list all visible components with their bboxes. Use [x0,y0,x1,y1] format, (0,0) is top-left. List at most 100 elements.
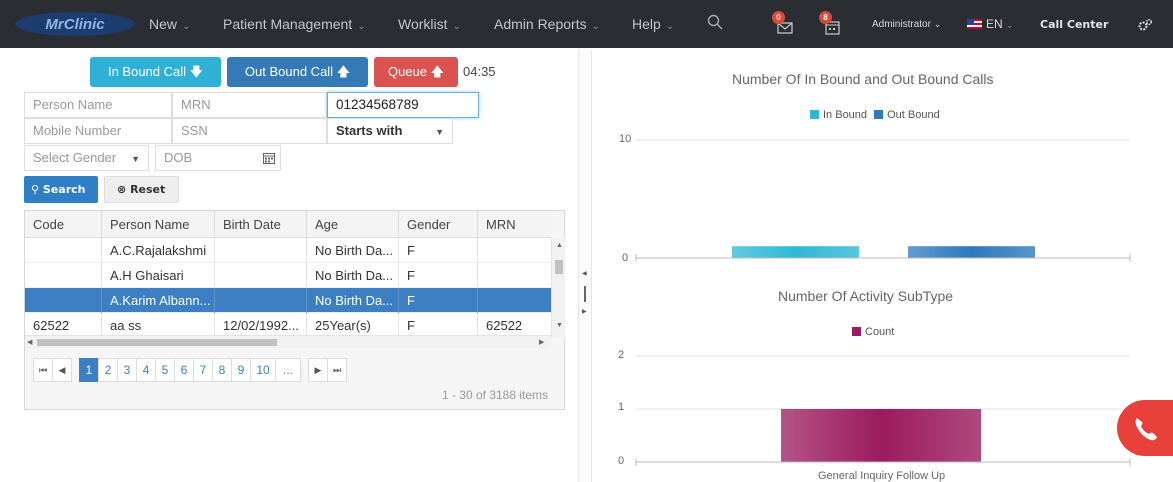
ssn-input[interactable]: SSN [172,118,327,144]
chart-title: Number Of Activity SubType [778,288,954,304]
scrollbar-thumb[interactable] [555,260,563,274]
page-button[interactable]: 4 [136,358,156,382]
cell-gender: F [398,238,477,263]
button-label: In Bound Call [107,64,187,79]
y-tick-label: 2 [618,349,625,361]
collapse-left-icon[interactable]: ◀ [582,270,587,277]
cell-code: 62522 [33,318,70,333]
bar-out-bound [908,246,1035,258]
scroll-right-icon[interactable]: ▶ [539,338,544,346]
page-button[interactable]: 2 [98,358,118,382]
notification-badge: 0 [772,11,785,24]
splitter-handle[interactable] [584,286,586,302]
phone-call-button[interactable] [1117,400,1173,456]
vertical-scrollbar[interactable]: ▲ ▼ [551,238,565,338]
gender-select[interactable]: Select Gender ▼ [24,145,149,171]
chevron-down-icon: ⌄ [665,21,675,32]
chart-legend: Count [852,326,894,338]
button-label: Reset [130,183,166,196]
page-button[interactable]: 1 [79,358,99,382]
y-tick-label: 1 [618,401,625,413]
table-row-selected[interactable]: A.Karim Albann... No Birth Da... F [25,288,551,313]
search-icon: ⚲ [31,183,40,196]
close-circle-icon: ⊗ [117,183,127,196]
table-row[interactable]: 62522 aa ss 12/02/1992... 25Year(s) F 62… [25,313,551,335]
dob-input[interactable]: DOB [155,145,281,171]
page-button[interactable]: 9 [231,358,251,382]
nav-menu-patient-management[interactable]: Patient Management ⌄ [223,16,366,32]
nav-menu-help[interactable]: Help ⌄ [632,16,674,32]
outbound-call-button[interactable]: Out Bound Call 🡅 [227,57,368,87]
prev-page-icon[interactable]: ◀ [52,358,72,382]
page-button[interactable]: 10 [250,358,276,382]
legend-item[interactable]: In Bound [810,109,867,121]
collapse-right-icon[interactable]: ▶ [582,308,587,315]
page-button[interactable]: 8 [212,358,232,382]
page-button-more[interactable]: ... [275,358,301,382]
scroll-up-icon[interactable]: ▲ [556,242,563,249]
cell-age: No Birth Da... [306,238,398,263]
column-header-person-name[interactable]: Person Name [101,211,214,238]
search-button[interactable]: ⚲ Search [24,176,98,203]
top-navbar: MrClinic New ⌄ Patient Management ⌄ Workli… [0,0,1173,48]
pager-info: 1 - 30 of 3188 items [441,388,548,402]
column-header-gender[interactable]: Gender [398,211,477,238]
page-button[interactable]: 3 [117,358,137,382]
patients-grid: Code Person Name Birth Date Age Gender M… [24,210,565,410]
search-icon[interactable] [706,13,724,31]
mail-notification[interactable]: 0 [772,11,796,37]
page-button[interactable]: 7 [193,358,213,382]
calendar-icon[interactable] [263,152,275,164]
scroll-down-icon[interactable]: ▼ [556,322,563,329]
cell-gender: F [398,313,477,335]
column-header-age[interactable]: Age [306,211,398,238]
person-name-input[interactable]: Person Name [24,92,172,118]
cell-person-name: A.C.Rajalakshmi [101,238,214,263]
caret-down-icon: ▼ [435,127,444,137]
gear-icon[interactable] [1137,17,1153,33]
page-button[interactable]: 5 [155,358,175,382]
app-logo[interactable]: MrClinic [14,11,136,37]
first-page-icon[interactable]: ⏮ [33,358,53,382]
column-header-mrn[interactable]: MRN [477,211,551,238]
notification-badge: 8 [819,11,832,24]
last-page-icon[interactable]: ⏭ [327,358,347,382]
queue-button[interactable]: Queue 🡅 [374,57,458,87]
next-page-icon[interactable]: ▶ [308,358,328,382]
call-center-label[interactable]: Call Center [1040,18,1108,31]
chevron-down-icon: ⌄ [591,21,600,32]
column-header-birth-date[interactable]: Birth Date [214,211,306,238]
logo-text: MrClinic [45,16,105,33]
horizontal-scrollbar[interactable]: ◀ ▶ [25,335,551,348]
nav-menu-new[interactable]: New ⌄ [149,16,190,32]
nav-menu-worklist[interactable]: Worklist ⌄ [398,16,461,32]
user-menu[interactable]: Administrator ⌄ [872,19,941,30]
calendar-notification[interactable]: 8 [819,11,843,37]
button-label: Search [42,183,86,196]
table-row[interactable]: A.C.Rajalakshmi No Birth Da... F [25,238,551,263]
reset-button[interactable]: ⊗ Reset [104,176,179,203]
legend-label: Count [865,326,895,338]
language-selector[interactable]: EN ⌄ [967,17,1014,31]
mrn-input[interactable]: MRN [172,92,327,118]
inbound-call-button[interactable]: In Bound Call 🡇 [90,57,221,87]
legend-item[interactable]: Count [852,326,894,338]
legend-item[interactable]: Out Bound [870,109,940,121]
y-tick-label: 0 [618,455,625,467]
nav-menu-admin-reports[interactable]: Admin Reports ⌄ [494,16,600,32]
page-button[interactable]: 6 [174,358,194,382]
phone-input[interactable]: 01234568789 [327,92,479,118]
column-header-code[interactable]: Code [25,211,101,238]
cell-mrn [477,288,551,313]
mobile-number-input[interactable]: Mobile Number [24,118,172,144]
input-placeholder: DOB [164,150,193,165]
cell-birth-date: 12/02/1992... [214,313,306,335]
grid-header: Code Person Name Birth Date Age Gender M… [25,211,551,238]
chevron-down-icon: ⌄ [182,21,191,32]
table-row[interactable]: A.H Ghaisari No Birth Da... F [25,263,551,288]
scroll-left-icon[interactable]: ◀ [27,338,32,346]
match-mode-select[interactable]: Starts with ▼ [327,118,453,144]
pane-splitter[interactable]: ◀ ▶ [578,50,592,482]
scrollbar-thumb[interactable] [37,339,277,346]
cell-birth-date [214,238,306,263]
